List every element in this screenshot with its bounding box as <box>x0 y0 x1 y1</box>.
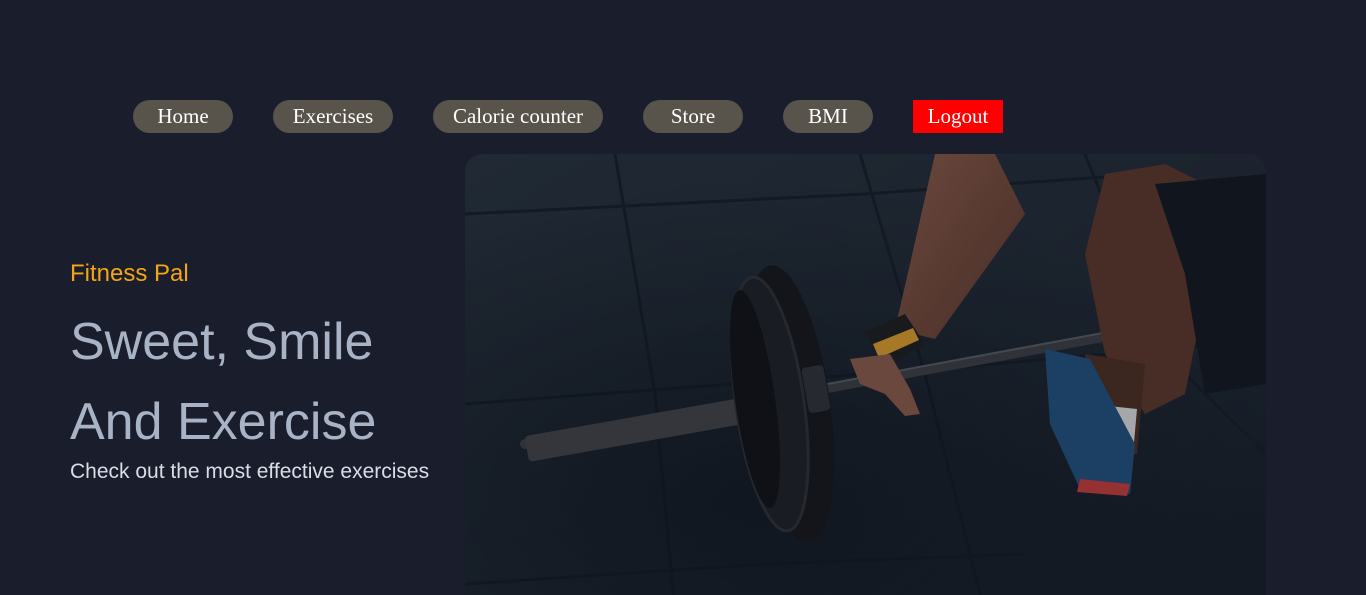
nav-exercises-button[interactable]: Exercises <box>273 100 393 133</box>
nav-home-button[interactable]: Home <box>133 100 233 133</box>
hero-headline: Sweet, Smile And Exercise <box>70 302 376 462</box>
hero-tagline: Check out the most effective exercises <box>70 460 430 483</box>
nav-store-button[interactable]: Store <box>643 100 743 133</box>
nav-bmi-button[interactable]: BMI <box>783 100 873 133</box>
hero-image <box>465 154 1266 595</box>
page: Home Exercises Calorie counter Store BMI… <box>0 0 1366 595</box>
nav-calorie-counter-button[interactable]: Calorie counter <box>433 100 603 133</box>
hero-headline-line1: Sweet, Smile <box>70 313 374 371</box>
brand-name: Fitness Pal <box>70 260 189 287</box>
barbell-deadlift-photo-icon <box>465 154 1266 595</box>
logout-button[interactable]: Logout <box>913 100 1003 133</box>
hero-headline-line2: And Exercise <box>70 393 377 451</box>
